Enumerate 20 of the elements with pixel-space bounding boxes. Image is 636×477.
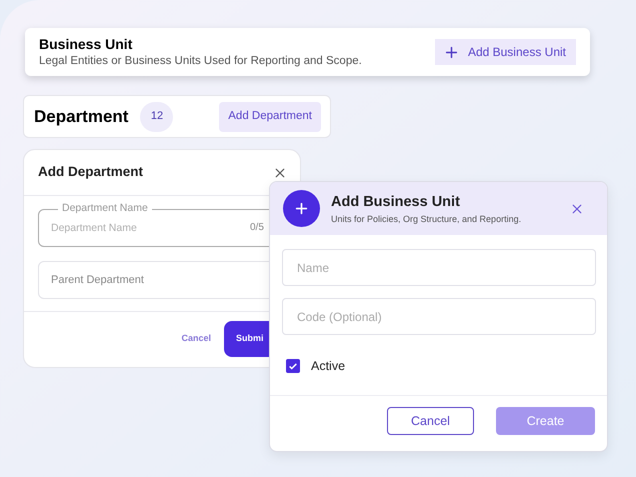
field-label: Department Name bbox=[58, 202, 152, 215]
dialog-title: Add Business Unit bbox=[331, 192, 461, 212]
count-badge: 12 bbox=[140, 102, 174, 132]
dialog-title: Add Department bbox=[38, 163, 144, 182]
section-title: Business Unit bbox=[39, 35, 134, 53]
add-business-unit-button[interactable]: Add Business Unit bbox=[434, 39, 576, 65]
close-button[interactable] bbox=[571, 202, 583, 214]
check-icon bbox=[288, 361, 298, 371]
plus-icon bbox=[444, 46, 458, 58]
add-department-button[interactable]: Add Department bbox=[219, 102, 321, 132]
cancel-button[interactable]: Cancel bbox=[181, 332, 211, 346]
cancel-button[interactable]: Cancel bbox=[387, 407, 474, 435]
checkbox-label: Active bbox=[311, 358, 346, 375]
checkbox[interactable] bbox=[286, 359, 300, 373]
section-subtitle: Legal Entities or Business Units Used for Reporting and Scope. bbox=[39, 54, 363, 69]
field-placeholder: Parent Department bbox=[51, 272, 144, 288]
close-button[interactable] bbox=[274, 166, 286, 178]
dialog-subtitle: Units for Policies, Org Structure, and Reporting. bbox=[331, 212, 522, 226]
character-counter: 0/5 bbox=[250, 222, 264, 234]
section-title: Department bbox=[34, 106, 128, 128]
